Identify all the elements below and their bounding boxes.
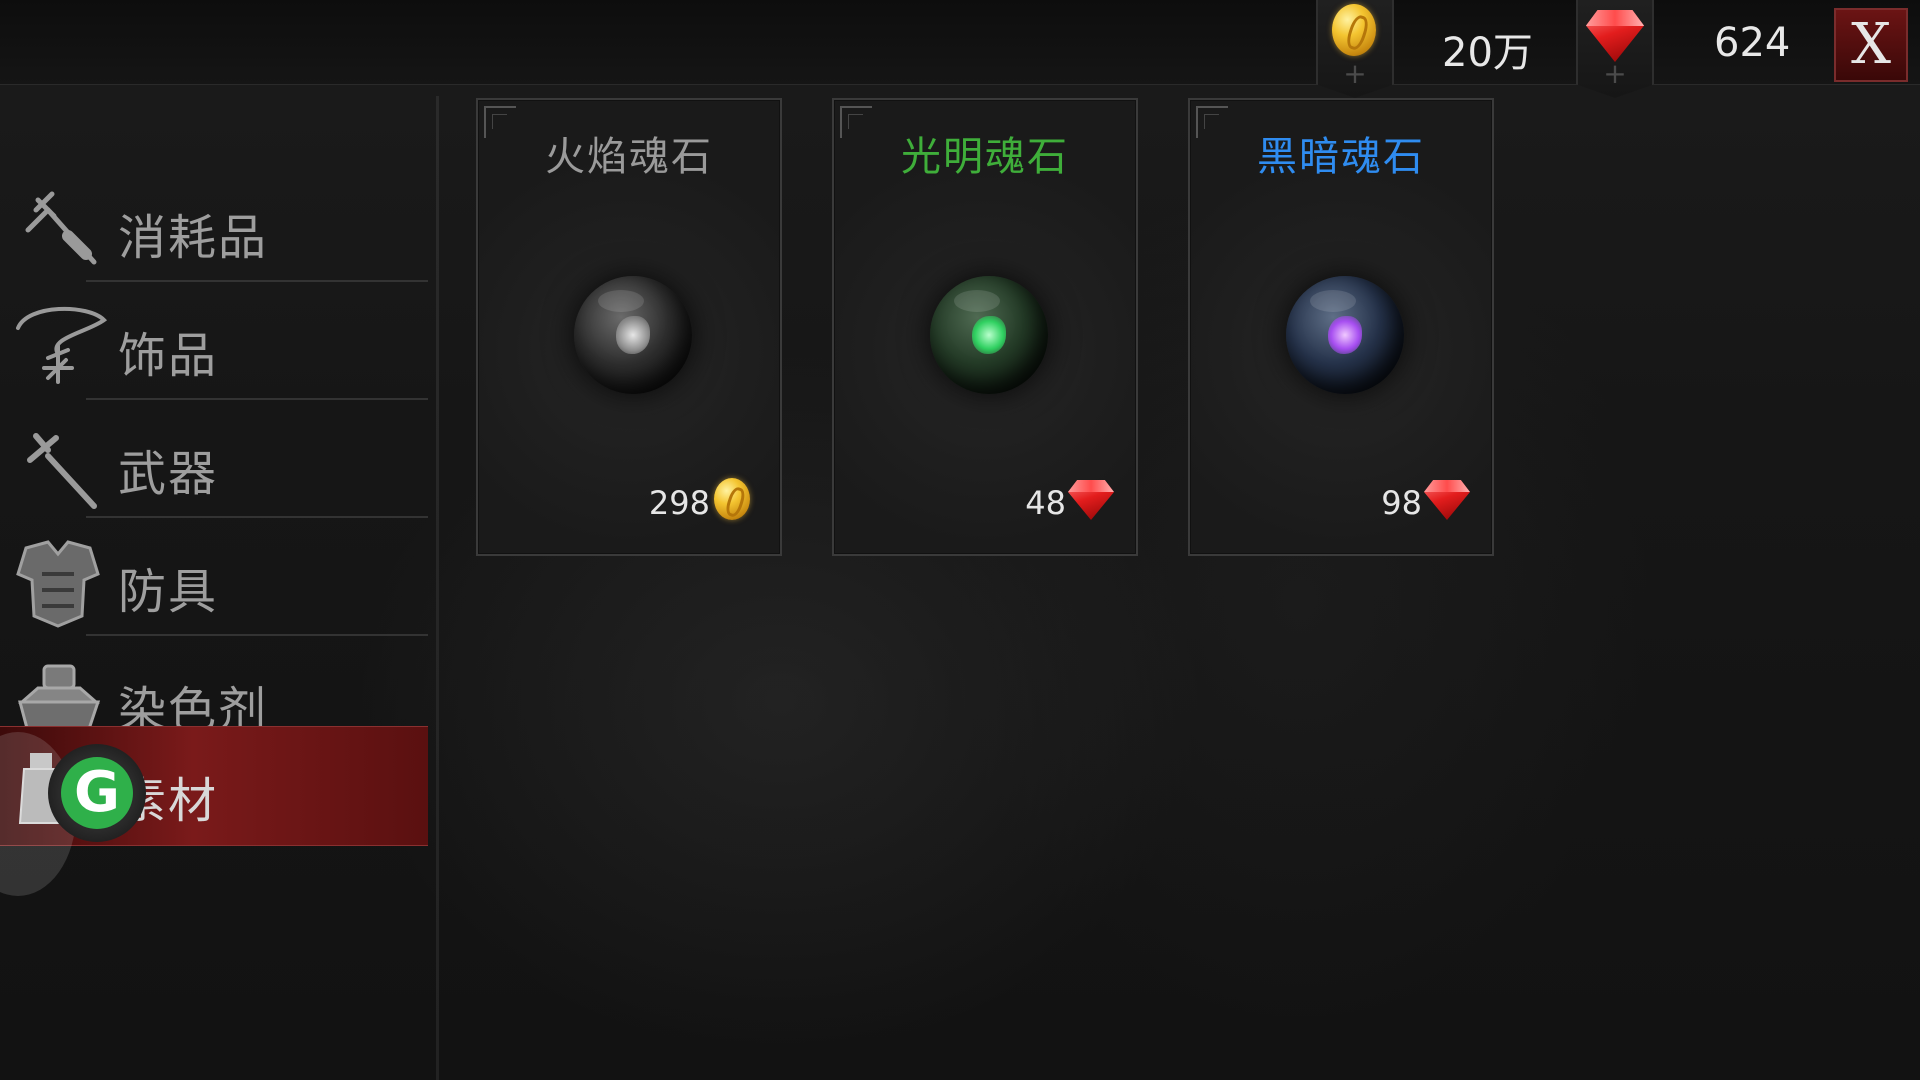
orb-shine (598, 290, 644, 312)
orb-core (616, 316, 650, 354)
item-name: 火焰魂石 (545, 134, 713, 180)
floating-g-badge-button[interactable]: G (48, 744, 146, 842)
armor-icon (16, 540, 100, 628)
gold-amount: 20万 (1442, 30, 1533, 76)
item-price: 98 (1381, 484, 1422, 522)
shop-item-card[interactable]: 光明魂石 48 (832, 98, 1138, 556)
category-sidebar: 消耗品 饰品 武器 防具 染色剂 素材 (0, 84, 438, 1080)
orb-shine (1310, 290, 1356, 312)
category-weapons[interactable]: 武器 (0, 400, 428, 518)
item-name: 黑暗魂石 (1257, 134, 1425, 180)
item-name: 光明魂石 (901, 134, 1069, 180)
category-label: 防具 (118, 564, 219, 620)
dark-soul-stone-icon (1286, 276, 1404, 394)
red-gem-icon (1068, 480, 1114, 520)
plus-icon: + (1343, 57, 1367, 90)
gold-coin-icon (714, 478, 750, 520)
gold-coin-icon (1332, 4, 1376, 56)
plus-icon: + (1603, 57, 1627, 90)
currency-bar: + 20万 + 624 X (0, 0, 1920, 98)
g-logo-icon: G (61, 757, 133, 829)
gem-amount: 624 (1714, 20, 1791, 66)
orb-core (1328, 316, 1362, 354)
category-label: 武器 (118, 446, 219, 502)
red-gem-icon (1586, 10, 1644, 62)
category-label: 消耗品 (118, 210, 269, 266)
fire-soul-stone-icon (574, 276, 692, 394)
sword-icon (27, 433, 97, 509)
category-label: 饰品 (118, 328, 219, 384)
red-gem-icon (1424, 480, 1470, 520)
category-armor[interactable]: 防具 (0, 518, 428, 636)
item-price: 298 (648, 484, 710, 522)
light-soul-stone-icon (930, 276, 1048, 394)
necklace-icon (16, 306, 108, 384)
game-shop-screen: + 20万 + 624 X 消耗品 饰品 武器 防具 染色剂 素材 G 火焰魂石… (0, 0, 1920, 1080)
category-accessories[interactable]: 饰品 (0, 282, 428, 400)
orb-shine (954, 290, 1000, 312)
orb-core (972, 316, 1006, 354)
close-button[interactable]: X (1834, 8, 1908, 82)
shop-item-card[interactable]: 火焰魂石 298 (476, 98, 782, 556)
item-price: 48 (1025, 484, 1066, 522)
potion-vial-icon (25, 191, 97, 265)
add-gold-button[interactable]: + (1316, 0, 1394, 98)
shop-item-card[interactable]: 黑暗魂石 98 (1188, 98, 1494, 556)
category-consumables[interactable]: 消耗品 (0, 164, 428, 282)
add-gem-button[interactable]: + (1576, 0, 1654, 98)
